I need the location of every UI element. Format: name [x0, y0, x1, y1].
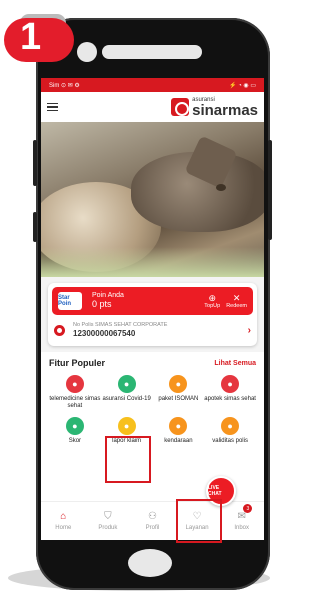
nav-label: Produk: [98, 524, 118, 531]
feature-item[interactable]: ● kendaraan: [153, 416, 205, 445]
bottom-nav: ⌂ Home ⛉ Produk ⚇ Profil ♡ Layanan ✉ Inbox 3: [41, 501, 264, 540]
polis-label: No Polis SIMAS SEHAT CORPORATE: [73, 322, 168, 328]
nav-label: Home: [55, 524, 72, 531]
home-icon: ⌂: [60, 510, 67, 522]
phone-speaker: [102, 45, 202, 59]
feature-item[interactable]: ● apotek simas sehat: [204, 375, 256, 410]
nav-label: Profil: [145, 524, 160, 531]
nav-item-produk[interactable]: ⛉ Produk: [86, 502, 131, 540]
feature-label: validitas polis: [212, 437, 248, 444]
star-poin-logo: Star Poin: [58, 292, 82, 310]
step-badge: 1: [4, 14, 74, 64]
package-icon: ●: [169, 375, 188, 394]
home-hardware-button[interactable]: [128, 549, 172, 577]
chevron-right-icon: ›: [247, 324, 251, 336]
topup-label: TopUp: [204, 302, 221, 309]
virus-icon: ●: [117, 375, 136, 394]
nav-item-home[interactable]: ⌂ Home: [41, 502, 86, 540]
policy-icon: [54, 324, 65, 336]
score-icon: ●: [65, 416, 84, 435]
fitur-populer-section: Fitur Populer Lihat Semua ● telemedicine …: [41, 352, 264, 485]
feature-label: telemedicine simas sehat: [49, 396, 101, 410]
topup-button[interactable]: ⊕ TopUp: [204, 292, 221, 309]
feature-label: asuransi Covid-19: [102, 396, 151, 403]
hero-banner[interactable]: [41, 122, 264, 277]
status-right: ⚡ ◔ ◉ ▭: [229, 82, 256, 89]
telemedicine-icon: ●: [65, 375, 84, 394]
app-header: asuransi sinarmas: [41, 92, 264, 122]
menu-icon[interactable]: [47, 102, 58, 112]
power-button: [268, 140, 272, 240]
volume-button: [33, 212, 37, 242]
feature-label: kendaraan: [164, 437, 193, 444]
redeem-icon: ✕: [232, 292, 241, 303]
nav-item-profil[interactable]: ⚇ Profil: [130, 502, 175, 540]
brand-logo: asuransi sinarmas: [171, 97, 258, 118]
feature-item[interactable]: ● telemedicine simas sehat: [49, 375, 101, 410]
poin-value: 0 pts: [92, 298, 112, 309]
feature-item[interactable]: ● Skor: [49, 416, 101, 445]
policy-validity-icon: ●: [221, 416, 240, 435]
pharmacy-icon: ●: [221, 375, 240, 394]
poin-card: Star Poin Poin Anda 0 pts ⊕ TopUp ✕ Rede…: [48, 283, 257, 347]
inbox-badge: 3: [243, 504, 253, 513]
inbox-icon: ✉: [237, 510, 246, 522]
polis-row[interactable]: No Polis SIMAS SEHAT CORPORATE 123000000…: [52, 315, 253, 342]
feature-label: paket ISOMAN: [158, 396, 199, 403]
redeem-button[interactable]: ✕ Redeem: [226, 292, 247, 309]
nav-label: Inbox: [234, 524, 250, 531]
nav-item-inbox[interactable]: ✉ Inbox 3: [219, 502, 264, 540]
feature-item[interactable]: ● asuransi Covid-19: [101, 375, 153, 410]
chat-icon: LIVE CHAT: [208, 485, 222, 497]
polis-number: 12300000067540: [73, 328, 136, 338]
step-number: 1: [20, 16, 42, 58]
plus-icon: ⊕: [208, 292, 217, 303]
redeem-label: Redeem: [226, 302, 247, 309]
feature-label: Skor: [68, 437, 82, 444]
highlight-layanan: [176, 499, 222, 543]
feature-grid: ● telemedicine simas sehat ● asuransi Covid…: [49, 375, 256, 445]
banner-cat-eye: [216, 184, 226, 191]
feature-item[interactable]: ● paket ISOMAN: [153, 375, 205, 410]
sinarmas-logo-icon: [171, 98, 190, 116]
see-all-link[interactable]: Lihat Semua: [214, 360, 256, 367]
status-bar: Sim ⊙ ✉ ⚙ ⚡ ◔ ◉ ▭: [41, 78, 264, 92]
vehicle-icon: ●: [169, 416, 188, 435]
profile-icon: ⚇: [148, 510, 157, 522]
status-left: Sim ⊙ ✉ ⚙: [49, 82, 80, 89]
front-camera: [77, 42, 97, 62]
highlight-lapor-klaim: [105, 436, 151, 483]
main-content: Star Poin Poin Anda 0 pts ⊕ TopUp ✕ Rede…: [41, 277, 264, 485]
poin-row[interactable]: Star Poin Poin Anda 0 pts ⊕ TopUp ✕ Rede…: [52, 287, 253, 315]
feature-item[interactable]: ● validitas polis: [204, 416, 256, 445]
section-title: Fitur Populer: [49, 358, 105, 369]
claim-report-icon: ●: [117, 416, 136, 435]
brand-name: sinarmas: [192, 101, 258, 119]
volume-button: [33, 140, 37, 186]
product-icon: ⛉: [104, 510, 112, 522]
banner-grass: [41, 247, 264, 277]
feature-label: apotek simas sehat: [204, 396, 256, 403]
app-screen: Sim ⊙ ✉ ⚙ ⚡ ◔ ◉ ▭ asuransi sinarmas Star…: [41, 78, 264, 540]
